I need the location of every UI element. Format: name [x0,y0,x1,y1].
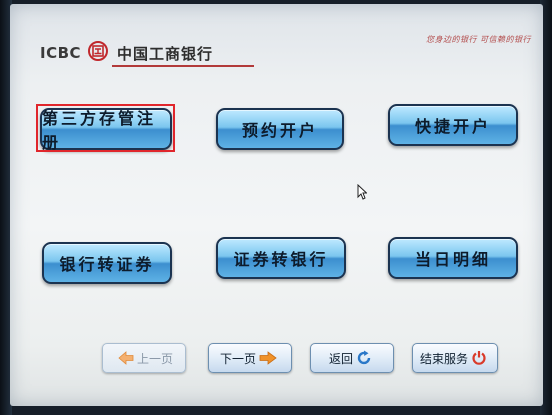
left-arrow-icon [118,351,134,365]
bank-slogan: 您身边的银行 可信赖的银行 [425,35,531,44]
back-label: 返回 [328,351,353,366]
back-button[interactable]: 返回 [310,343,394,373]
menu-button-label: 预约开户 [241,121,318,140]
refresh-icon [356,350,372,366]
next-page-label: 下一页 [219,351,256,366]
menu-button-securities-to-bank[interactable]: 证券转银行 [216,237,346,279]
bank-name: 中国工商银行 [117,45,214,63]
menu-button-label: 银行转证券 [59,255,155,274]
right-arrow-icon [259,351,277,365]
menu-button-label: 快捷开户 [414,117,491,136]
icbc-seal-icon [88,41,108,61]
bank-header: ICBC 中国工商银行 [40,40,254,70]
header-underline [112,65,254,67]
selection-highlight-box [36,104,175,152]
end-service-label: 结束服务 [419,351,468,366]
power-icon [471,350,487,366]
menu-button-label: 证券转银行 [233,250,329,269]
prev-page-label: 上一页 [136,351,173,366]
prev-page-button[interactable]: 上一页 [102,343,186,373]
end-service-button[interactable]: 结束服务 [412,343,498,373]
next-page-button[interactable]: 下一页 [208,343,292,373]
icbc-logo-text: ICBC [40,44,82,62]
menu-button-label: 当日明细 [414,250,491,269]
menu-button-quick-account-opening[interactable]: 快捷开户 [388,104,518,146]
menu-button-bank-to-securities[interactable]: 银行转证券 [42,242,172,284]
atm-screen: ICBC 中国工商银行 您身边的银行 可信赖的银行 第三方存管注册 预约开户 快… [10,4,543,406]
menu-button-appointment-account-opening[interactable]: 预约开户 [216,108,344,150]
menu-button-today-details[interactable]: 当日明细 [388,237,518,279]
mouse-cursor-icon [357,184,367,200]
